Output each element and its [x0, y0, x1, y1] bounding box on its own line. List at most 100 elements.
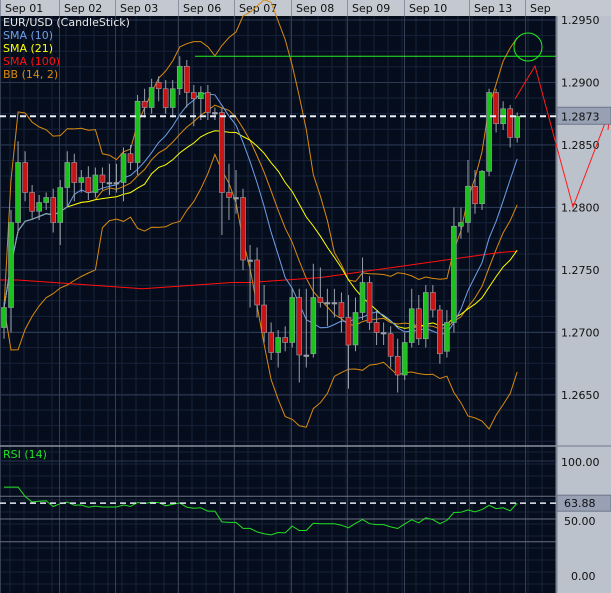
candle-body-bullish: [247, 259, 253, 262]
candle-body-bullish: [380, 332, 387, 335]
price-tick-label: 1.2700: [561, 327, 600, 340]
rsi-tick-label: 0.00: [571, 570, 596, 583]
candle: [422, 285, 429, 348]
date-label: Sep 06: [183, 2, 221, 15]
candle-body-bearish: [261, 304, 267, 333]
rsi-tick-label: 100.00: [561, 456, 600, 469]
date-label: Sep: [530, 2, 551, 15]
candle-body-bullish: [310, 297, 317, 355]
candle-body-bearish: [29, 192, 35, 212]
candle-body-bearish: [437, 309, 443, 355]
candle-body-bullish: [64, 162, 71, 188]
candle-body-bullish: [43, 197, 49, 203]
candle-body-bearish: [22, 162, 28, 193]
candle-body-bullish: [465, 185, 471, 223]
candle-body-bullish: [212, 112, 218, 115]
price-tick-label: 1.2750: [561, 264, 600, 277]
candle-body-bullish: [198, 92, 204, 100]
candle-body-bullish: [106, 182, 113, 185]
trading-chart[interactable]: Sep 01 Sep 02 Sep 03 Sep 06 Sep 07 Sep 08 Sep …: [0, 0, 611, 593]
chart-background: [0, 0, 611, 593]
candle-body-bullish: [176, 65, 183, 90]
candle-body-bearish: [430, 292, 436, 311]
candle-body-bearish: [240, 197, 246, 261]
rsi-current-label: 63.88: [564, 497, 596, 510]
candle-body-bullish: [169, 88, 176, 108]
candle-body-bullish: [303, 354, 310, 357]
candle-body-bullish: [92, 174, 99, 193]
date-label: Sep 03: [120, 2, 158, 15]
price-tick-label: 1.2850: [561, 139, 600, 152]
candle-body-bearish: [472, 185, 478, 205]
candle-body-bearish: [127, 153, 134, 163]
candle-body-bullish: [233, 197, 239, 200]
candle-body-bearish: [162, 88, 169, 108]
candle-body-bullish: [1, 307, 7, 328]
candle-body-bearish: [493, 92, 499, 125]
candle: [451, 207, 457, 333]
candle-body-bullish: [331, 302, 338, 305]
candle: [486, 88, 492, 177]
candle: [479, 170, 485, 210]
legend-sma100: SMA (100): [3, 55, 61, 68]
candle-body-bearish: [268, 332, 274, 353]
candle-body-bearish: [415, 308, 422, 340]
candle-body-bullish: [486, 92, 492, 172]
candle-body-bullish: [408, 308, 415, 343]
date-label: Sep 01: [5, 2, 43, 15]
candle-body-bearish: [155, 82, 162, 90]
candle-body-bullish: [458, 222, 464, 227]
date-label: Sep 10: [409, 2, 447, 15]
candle-body-bullish: [148, 87, 155, 108]
legend-sma21: SMA (21): [3, 42, 54, 55]
candle-body-bullish: [57, 187, 64, 223]
candle-body-bullish: [275, 337, 281, 353]
candle-body-bearish: [219, 112, 225, 193]
candle-body-bullish: [113, 182, 120, 185]
price-tick-label: 1.2650: [561, 389, 600, 402]
candle-body-bearish: [85, 177, 92, 193]
current-price-label: 1.2873: [561, 110, 600, 123]
candle-body-bullish: [36, 202, 42, 212]
rsi-title: RSI (14): [3, 448, 47, 461]
candle-body-bearish: [205, 92, 211, 113]
candle-body-bearish: [338, 302, 345, 318]
candle-body-bullish: [15, 162, 21, 223]
date-label: Sep 08: [296, 2, 334, 15]
candle-body-bullish: [479, 170, 485, 205]
candle-body-bullish: [422, 292, 429, 340]
candle-body-bullish: [134, 100, 141, 163]
candle-body-bearish: [366, 282, 373, 323]
candle-body-bullish: [352, 312, 359, 346]
candle-body-bearish: [99, 174, 106, 183]
candle-body-bullish: [359, 282, 366, 313]
candle-body-bullish: [78, 177, 85, 183]
legend-symbol: EUR/USD (CandleStick): [3, 16, 130, 29]
legend-bb: BB (14, 2): [3, 68, 59, 81]
price-tick-label: 1.2800: [561, 202, 600, 215]
candle-body-bullish: [444, 322, 450, 352]
legend-sma10: SMA (10): [3, 29, 54, 42]
candle-body-bullish: [289, 297, 296, 343]
candle-body-bearish: [183, 65, 190, 93]
candle-body-bullish: [451, 225, 457, 323]
candle-body-bearish: [226, 192, 232, 198]
date-label: Sep 02: [64, 2, 102, 15]
candle-body-bearish: [345, 317, 352, 346]
candle: [366, 276, 373, 330]
candle-body-bearish: [317, 297, 324, 303]
candle-body-bearish: [387, 333, 394, 357]
date-label: Sep 13: [474, 2, 512, 15]
candle-body-bearish: [141, 100, 148, 108]
candle-body-bearish: [373, 322, 380, 333]
candle: [240, 188, 246, 270]
candle-body-bearish: [254, 259, 260, 306]
candle-body-bullish: [8, 222, 14, 308]
candle-body-bearish: [507, 108, 513, 138]
candle-body-bullish: [514, 115, 520, 138]
rsi-tick-label: 50.00: [564, 515, 596, 528]
candle-body-bullish: [324, 302, 331, 305]
candle-body-bearish: [71, 162, 78, 183]
price-tick-label: 1.2950: [561, 14, 600, 27]
candle-body-bullish: [120, 153, 127, 183]
